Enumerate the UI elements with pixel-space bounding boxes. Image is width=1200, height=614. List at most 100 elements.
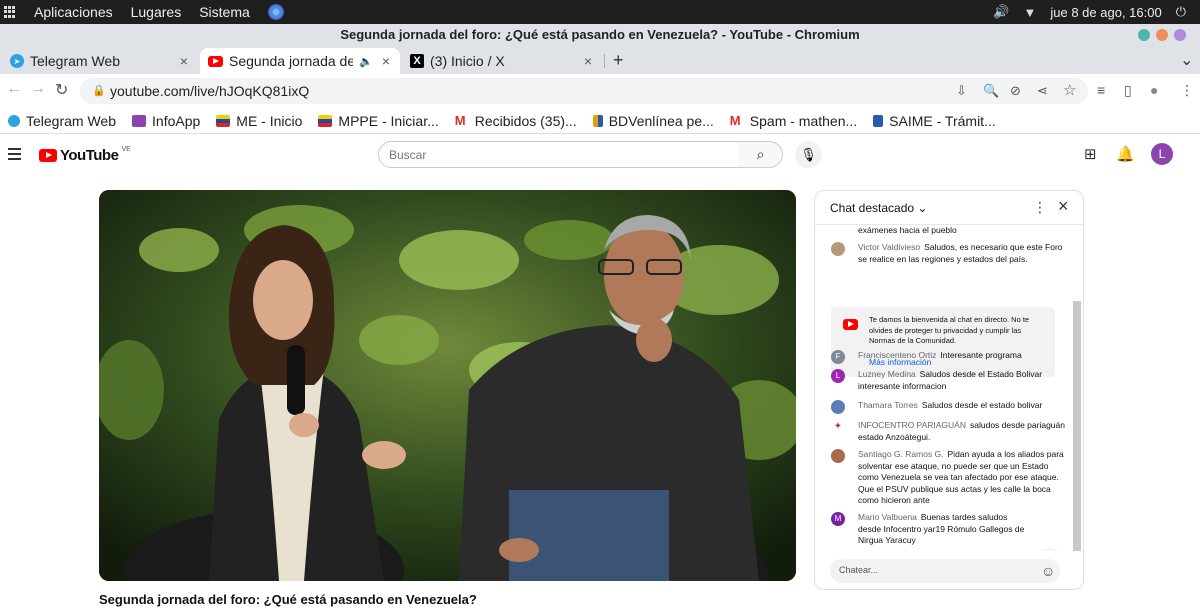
minimize-button[interactable] [1138, 29, 1150, 41]
youtube-icon [843, 319, 858, 330]
message-text: Interesante programa [940, 350, 1022, 360]
share-icon[interactable]: ⋖ [1037, 83, 1048, 99]
chat-scrollbar[interactable] [1073, 301, 1081, 551]
gmail-icon: M [454, 112, 466, 128]
clock[interactable]: jue 8 de ago, 16:00 [1050, 5, 1161, 20]
menu-sistema[interactable]: Sistema [199, 4, 250, 20]
chat-mode-selector[interactable]: Chat destacado ⌄ [830, 201, 927, 215]
tab-search-button[interactable]: ⌄ [1180, 50, 1193, 70]
message-author[interactable]: INFOCENTRO PARIAGUÁN [858, 420, 966, 430]
bookmarks-bar: Telegram Web InfoApp ME - Inicio MPPE - … [0, 108, 1200, 134]
message-author[interactable]: Luzney Medina [858, 369, 916, 379]
chat-message: L Luzney Medina Saludos desde el Estado B… [831, 369, 1065, 392]
close-tab-icon[interactable]: × [584, 53, 592, 69]
apps-grid-icon[interactable] [4, 6, 16, 18]
bookmark-gmail-recibidos[interactable]: M Recibidos (35)... [455, 113, 577, 129]
chat-message: Victor Valdivieso Saludos, es necesario q… [831, 242, 1065, 265]
tab-label: Telegram Web [30, 53, 121, 69]
url-text[interactable]: youtube.com/live/hJOqKQ81ixQ [110, 83, 309, 99]
tab-separator [604, 54, 605, 68]
menu-lugares[interactable]: Lugares [131, 4, 182, 20]
search-input[interactable]: Buscar [378, 141, 740, 168]
navigation-bar: ← → ↻ 🔒 youtube.com/live/hJOqKQ81ixQ ⇩ 🔍… [0, 74, 1200, 108]
message-author[interactable]: Franciscenteno Ortiz [858, 350, 936, 360]
notifications-bell-icon[interactable]: 🔔 [1116, 145, 1135, 163]
hamburger-menu-icon[interactable] [8, 148, 21, 163]
tab-youtube[interactable]: Segunda jornada del foro: ¿Qué está pasa… [200, 48, 400, 74]
tab-telegram[interactable]: ➤ Telegram Web × [2, 48, 198, 74]
close-tab-icon[interactable]: × [382, 53, 390, 69]
reading-list-icon[interactable]: ≡ [1097, 82, 1105, 98]
message-author[interactable]: Santiago G. Ramos G. [858, 449, 944, 459]
telegram-icon [8, 114, 20, 127]
side-panel-icon[interactable]: ▯ [1124, 82, 1132, 99]
live-chat-panel: Chat destacado ⌄ ⋮ × exámenes hacia el p… [814, 190, 1084, 590]
menu-aplicaciones[interactable]: Aplicaciones [34, 4, 113, 20]
bookmark-gmail-spam[interactable]: M Spam - mathen... [730, 113, 857, 129]
volume-icon[interactable]: 🔊 [993, 4, 1009, 20]
avatar[interactable]: L [831, 369, 845, 383]
avatar[interactable]: ✦ [831, 420, 845, 434]
address-bar[interactable]: 🔒 youtube.com/live/hJOqKQ81ixQ ⇩ 🔍 ⊘ ⋖ ☆ [80, 78, 1088, 104]
emoji-icon[interactable]: ☺ [1041, 563, 1055, 579]
bookmark-infoapp[interactable]: InfoApp [132, 113, 200, 129]
power-icon[interactable]: ⏻ [1176, 4, 1186, 20]
wifi-icon[interactable]: ▼ [1024, 5, 1037, 20]
chromium-launcher-icon[interactable] [267, 4, 284, 20]
close-chat-icon[interactable]: × [1058, 196, 1069, 217]
install-icon[interactable]: ⇩ [956, 83, 967, 99]
search-icon: ⌕ [756, 146, 765, 162]
welcome-text: Te damos la bienvenida al chat en direct… [869, 315, 1030, 345]
tab-label: (3) Inicio / X [430, 53, 505, 69]
search-button[interactable]: ⌕ [739, 141, 783, 168]
speaker-icon[interactable]: 🔈 [359, 55, 373, 68]
back-button[interactable]: ← [6, 80, 22, 98]
youtube-play-icon [39, 149, 57, 162]
chat-more-icon[interactable]: ⋮ [1033, 199, 1047, 216]
reload-button[interactable]: ↻ [55, 80, 68, 100]
bookmark-label: MPPE - Iniciar... [338, 112, 439, 129]
message-text: Saludos desde el estado bolivar [921, 400, 1043, 410]
chat-message: F Franciscenteno Ortiz Interesante progra… [831, 350, 1065, 364]
message-author[interactable]: Thamara Torres [858, 400, 918, 410]
bookmark-label: ME - Inicio [236, 112, 303, 129]
avatar[interactable]: F [831, 350, 845, 364]
bookmark-telegram[interactable]: Telegram Web [8, 113, 116, 129]
gmail-icon: M [729, 112, 741, 128]
close-tab-icon[interactable]: × [180, 53, 188, 69]
voice-search-button[interactable]: 🎙 [795, 141, 822, 168]
forward-button[interactable]: → [30, 80, 46, 98]
tracking-off-icon[interactable]: ⊘ [1010, 83, 1021, 99]
avatar[interactable] [831, 449, 845, 463]
maximize-button[interactable] [1156, 29, 1168, 41]
bookmark-mppe[interactable]: MPPE - Iniciar... [318, 112, 439, 129]
account-avatar[interactable]: L [1151, 143, 1173, 165]
bookmark-star-icon[interactable]: ☆ [1063, 81, 1076, 99]
create-video-icon[interactable]: ⊞ [1084, 145, 1097, 163]
avatar[interactable] [831, 242, 845, 256]
welcome-notice: Te damos la bienvenida al chat en direct… [831, 307, 1055, 377]
bookmark-bdvenlinea[interactable]: BDVenlínea pe... [592, 112, 714, 129]
avatar[interactable] [831, 400, 845, 414]
bookmark-me-inicio[interactable]: ME - Inicio [216, 113, 302, 129]
chat-messages[interactable]: exámenes hacia el pueblo Victor Valdivie… [815, 225, 1073, 551]
message-author[interactable]: Mario Valbuena [858, 512, 917, 522]
avatar[interactable]: M [831, 512, 845, 526]
browser-menu-icon[interactable]: ⋮ [1180, 82, 1194, 99]
youtube-logo[interactable]: YouTube VE [39, 146, 131, 164]
infoapp-icon [132, 114, 147, 127]
chat-mode-label: Chat destacado [830, 201, 915, 215]
new-tab-button[interactable]: + [613, 50, 624, 71]
zoom-icon[interactable]: 🔍 [983, 83, 999, 99]
chat-message-fragment: exámenes hacia el pueblo [831, 225, 1065, 237]
lock-icon[interactable]: 🔒 [92, 84, 106, 97]
bookmark-label: BDVenlínea pe... [608, 112, 714, 129]
bookmark-saime[interactable]: SAIME - Trámit... [873, 113, 996, 129]
profile-icon[interactable]: ● [1150, 82, 1158, 98]
message-author[interactable]: Victor Valdivieso [858, 242, 920, 252]
video-player[interactable] [99, 190, 796, 581]
chat-input[interactable]: Chatear... [830, 559, 1060, 583]
tab-x[interactable]: X (3) Inicio / X × [402, 48, 602, 74]
reaction-heart-button[interactable]: ❤ [1036, 550, 1064, 551]
close-window-button[interactable] [1174, 29, 1186, 41]
